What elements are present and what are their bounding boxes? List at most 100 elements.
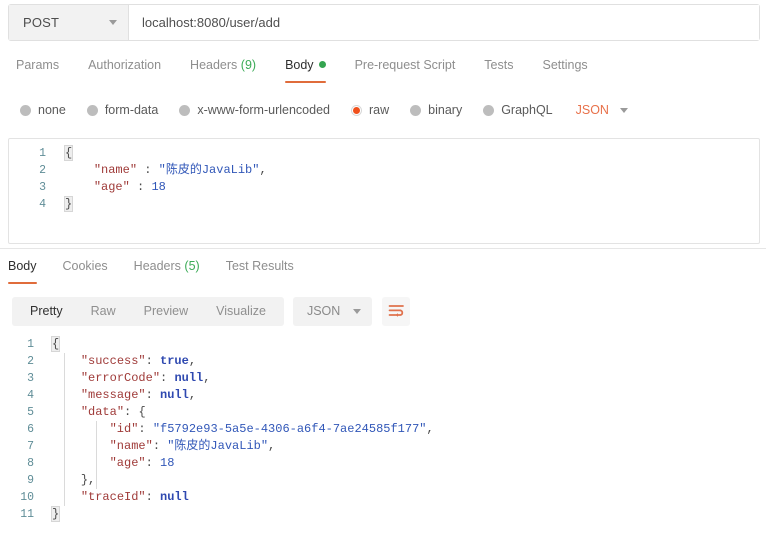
- code-token: "age": [94, 180, 130, 194]
- line-number: 4: [9, 196, 57, 213]
- code-text: "message": null,: [44, 387, 196, 404]
- line-number: 9: [0, 472, 44, 489]
- code-line: 1{: [9, 145, 759, 162]
- response-tab-headers-count: (5): [184, 259, 199, 273]
- request-url-input[interactable]: localhost:8080/user/add: [129, 5, 759, 40]
- response-tab-test-results-label: Test Results: [226, 259, 294, 273]
- response-tab-test-results[interactable]: Test Results: [226, 257, 294, 284]
- body-type-form-data-label: form-data: [105, 103, 159, 117]
- radio-icon: [410, 105, 421, 116]
- code-token: }: [65, 197, 72, 211]
- code-line: 9 },: [0, 472, 766, 489]
- wrap-text-button[interactable]: [382, 297, 410, 326]
- code-text: "name": "陈皮的JavaLib",: [44, 438, 275, 455]
- code-token: :: [146, 388, 160, 402]
- code-token: [52, 422, 110, 436]
- code-token: :: [160, 371, 174, 385]
- line-number: 2: [0, 353, 44, 370]
- code-line: 3 "age" : 18: [9, 179, 759, 196]
- body-type-graphql-label: GraphQL: [501, 103, 552, 117]
- radio-icon: [179, 105, 190, 116]
- indent-guide: [96, 421, 97, 489]
- response-tab-cookies-label: Cookies: [63, 259, 108, 273]
- response-view-toolbar: Pretty Raw Preview Visualize JSON: [12, 296, 410, 326]
- body-type-raw[interactable]: raw: [351, 103, 389, 117]
- response-tab-body-label: Body: [8, 259, 37, 273]
- code-token: "陈皮的JavaLib": [167, 439, 268, 453]
- code-token: }: [52, 507, 59, 521]
- code-token: {: [138, 405, 145, 419]
- chevron-down-icon: [353, 309, 361, 314]
- request-body-code[interactable]: 1{2 "name" : "陈皮的JavaLib",3 "age" : 184}: [9, 139, 759, 213]
- tab-authorization[interactable]: Authorization: [88, 56, 161, 83]
- body-type-graphql[interactable]: GraphQL: [483, 103, 552, 117]
- body-type-none[interactable]: none: [20, 103, 66, 117]
- tab-headers[interactable]: Headers (9): [190, 56, 256, 83]
- response-format-dropdown[interactable]: JSON: [293, 297, 372, 326]
- tab-pre-request-script[interactable]: Pre-request Script: [355, 56, 456, 83]
- code-token: :: [138, 422, 152, 436]
- code-token: :: [146, 456, 160, 470]
- request-body-editor[interactable]: 1{2 "name" : "陈皮的JavaLib",3 "age" : 184}: [8, 138, 760, 244]
- body-type-binary-label: binary: [428, 103, 462, 117]
- body-type-form-data[interactable]: form-data: [87, 103, 159, 117]
- code-token: "陈皮的JavaLib": [159, 163, 260, 177]
- tab-params[interactable]: Params: [16, 56, 59, 83]
- code-line: 7 "name": "陈皮的JavaLib",: [0, 438, 766, 455]
- code-token: 18: [151, 180, 165, 194]
- code-token: ,: [426, 422, 433, 436]
- code-token: [65, 180, 94, 194]
- postman-request-response-view: POST localhost:8080/user/add Params Auth…: [0, 0, 766, 547]
- code-token: "age": [110, 456, 146, 470]
- code-token: {: [65, 146, 72, 160]
- response-tab-headers-label: Headers: [134, 259, 181, 273]
- response-tab-body[interactable]: Body: [8, 257, 37, 284]
- code-token: :: [153, 439, 167, 453]
- tab-headers-label: Headers: [190, 58, 237, 72]
- code-line: 8 "age": 18: [0, 455, 766, 472]
- code-token: ,: [189, 388, 196, 402]
- code-token: :: [146, 490, 160, 504]
- code-token: {: [52, 337, 59, 351]
- tab-settings[interactable]: Settings: [542, 56, 587, 83]
- view-mode-pretty[interactable]: Pretty: [16, 297, 77, 326]
- tab-tests[interactable]: Tests: [484, 56, 513, 83]
- tab-body-label: Body: [285, 58, 314, 72]
- tab-headers-count: (9): [241, 58, 256, 72]
- tab-pre-request-script-label: Pre-request Script: [355, 58, 456, 72]
- body-type-urlencoded[interactable]: x-www-form-urlencoded: [179, 103, 330, 117]
- code-line: 5 "data": {: [0, 404, 766, 421]
- code-token: "success": [81, 354, 146, 368]
- view-mode-visualize[interactable]: Visualize: [202, 297, 280, 326]
- code-token: :: [130, 180, 152, 194]
- response-body-editor[interactable]: 1{2 "success": true,3 "errorCode": null,…: [0, 336, 766, 547]
- code-token: ,: [268, 439, 275, 453]
- tab-tests-label: Tests: [484, 58, 513, 72]
- code-text: {: [44, 336, 59, 353]
- code-token: [52, 473, 81, 487]
- code-token: true: [160, 354, 189, 368]
- body-type-none-label: none: [38, 103, 66, 117]
- response-tab-cookies[interactable]: Cookies: [63, 257, 108, 284]
- body-type-raw-label: raw: [369, 103, 389, 117]
- code-token: [52, 456, 110, 470]
- response-tab-headers[interactable]: Headers (5): [134, 257, 200, 284]
- green-dot-icon: [319, 61, 326, 68]
- response-body-code[interactable]: 1{2 "success": true,3 "errorCode": null,…: [0, 336, 766, 523]
- code-token: "f5792e93-5a5e-4306-a6f4-7ae24585f177": [153, 422, 427, 436]
- code-token: [52, 354, 81, 368]
- body-type-binary[interactable]: binary: [410, 103, 462, 117]
- raw-format-dropdown[interactable]: JSON: [576, 103, 628, 117]
- view-mode-raw[interactable]: Raw: [77, 297, 130, 326]
- code-token: :: [146, 354, 160, 368]
- line-number: 7: [0, 438, 44, 455]
- code-line: 3 "errorCode": null,: [0, 370, 766, 387]
- code-line: 2 "success": true,: [0, 353, 766, 370]
- tab-body[interactable]: Body: [285, 56, 326, 83]
- view-mode-preview[interactable]: Preview: [130, 297, 202, 326]
- tab-params-label: Params: [16, 58, 59, 72]
- http-method-dropdown[interactable]: POST: [9, 5, 129, 40]
- code-text: }: [44, 506, 59, 523]
- code-token: [52, 405, 81, 419]
- line-number: 3: [0, 370, 44, 387]
